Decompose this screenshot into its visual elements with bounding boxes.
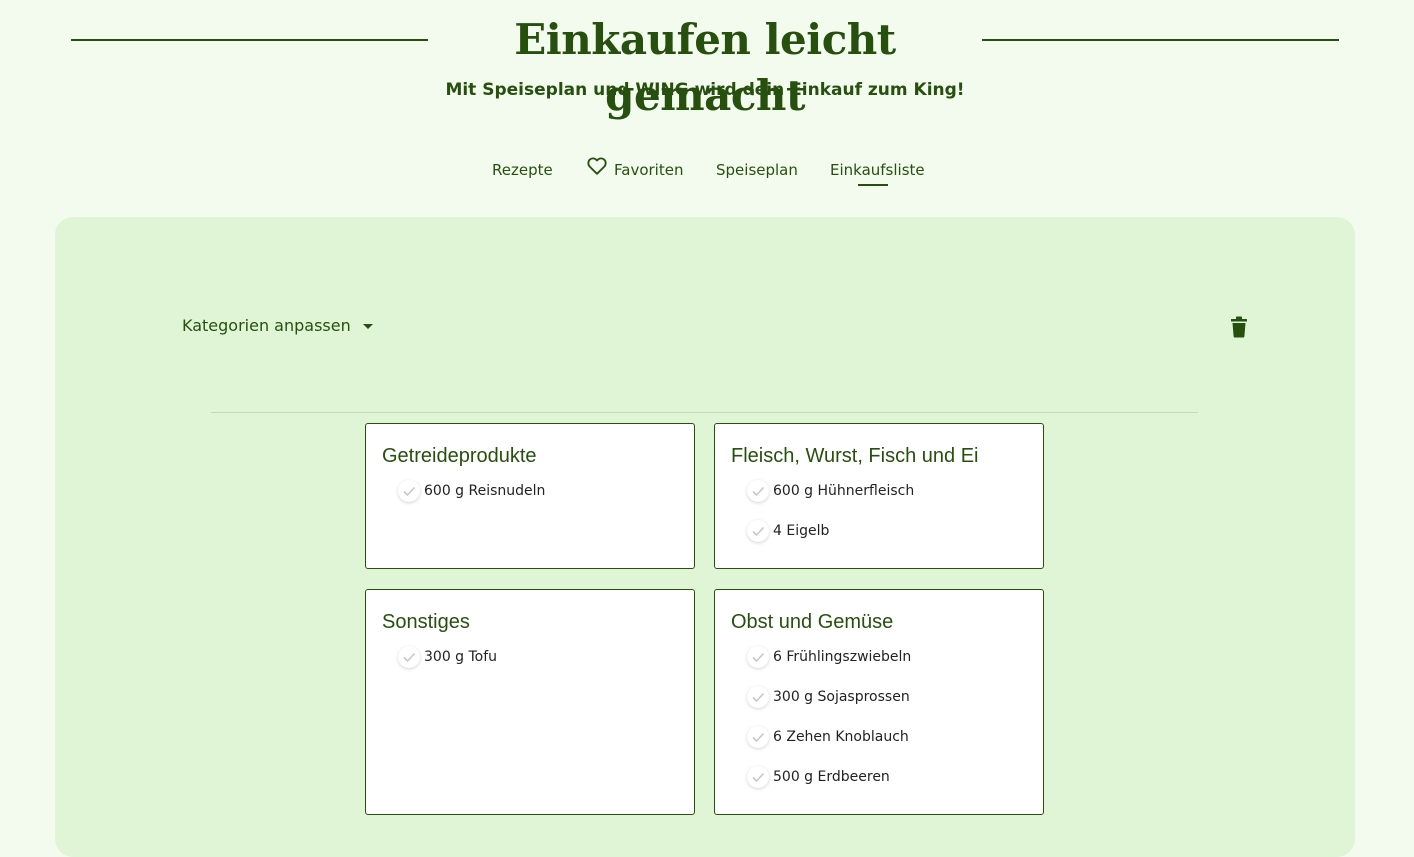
item-label: 500 g Erdbeeren (773, 769, 890, 785)
item-label: 600 g Hühnerfleisch (773, 483, 915, 499)
check-icon[interactable] (398, 480, 420, 502)
page-title: Einkaufen leicht gemacht (514, 15, 896, 120)
heart-icon (587, 157, 607, 175)
item-label: 600 g Reisnudeln (424, 483, 546, 499)
categories-dropdown[interactable]: Kategorien anpassen (182, 314, 373, 338)
caret-down-icon (362, 324, 373, 329)
nav-item-label: Einkaufsliste (830, 161, 925, 179)
category-title: Obst und Gemüse (731, 611, 894, 633)
main-nav: Rezepte Favoriten Speiseplan Einkaufslis… (0, 150, 1414, 190)
nav-item-speiseplan[interactable]: Speiseplan (716, 150, 798, 190)
item-label: 6 Frühlingszwiebeln (773, 649, 912, 665)
trash-icon[interactable] (1229, 316, 1249, 338)
title-rule-left (71, 39, 428, 41)
check-icon[interactable] (747, 646, 769, 668)
page-subtitle: Mit Speiseplan und WING wird dein Einkau… (445, 80, 965, 100)
check-icon[interactable] (747, 480, 769, 502)
active-tab-indicator (858, 184, 888, 186)
check-icon[interactable] (747, 686, 769, 708)
nav-item-label: Speiseplan (716, 161, 798, 179)
category-card-obst-gemuese: Obst und Gemüse 6 Frühlingszwiebeln 300 … (714, 589, 1044, 815)
item-label: 6 Zehen Knoblauch (773, 729, 909, 745)
check-icon[interactable] (398, 646, 420, 668)
nav-item-label: Rezepte (492, 161, 553, 179)
category-title: Sonstiges (382, 611, 470, 633)
item-label: 300 g Sojasprossen (773, 689, 910, 705)
title-rule-right (982, 39, 1339, 41)
category-title: Getreideprodukte (382, 445, 537, 467)
item-label: 300 g Tofu (424, 649, 498, 665)
check-icon[interactable] (747, 520, 769, 542)
categories-dropdown-label: Kategorien anpassen (182, 316, 351, 335)
nav-item-rezepte[interactable]: Rezepte (492, 150, 553, 190)
check-icon[interactable] (747, 766, 769, 788)
item-label: 4 Eigelb (773, 523, 830, 539)
nav-item-label: Favoriten (614, 161, 684, 179)
category-title: Fleisch, Wurst, Fisch und Ei (731, 445, 979, 467)
check-icon[interactable] (747, 726, 769, 748)
category-card-getreideprodukte: Getreideprodukte 600 g Reisnudeln (365, 423, 695, 569)
shopping-list-panel (55, 217, 1355, 857)
page-header: Einkaufen leicht gemacht Mit Speiseplan … (0, 0, 1414, 120)
nav-item-favoriten[interactable]: Favoriten (586, 150, 683, 190)
divider (211, 412, 1198, 413)
category-card-sonstiges: Sonstiges 300 g Tofu (365, 589, 695, 815)
category-card-fleisch: Fleisch, Wurst, Fisch und Ei 600 g Hühne… (714, 423, 1044, 569)
